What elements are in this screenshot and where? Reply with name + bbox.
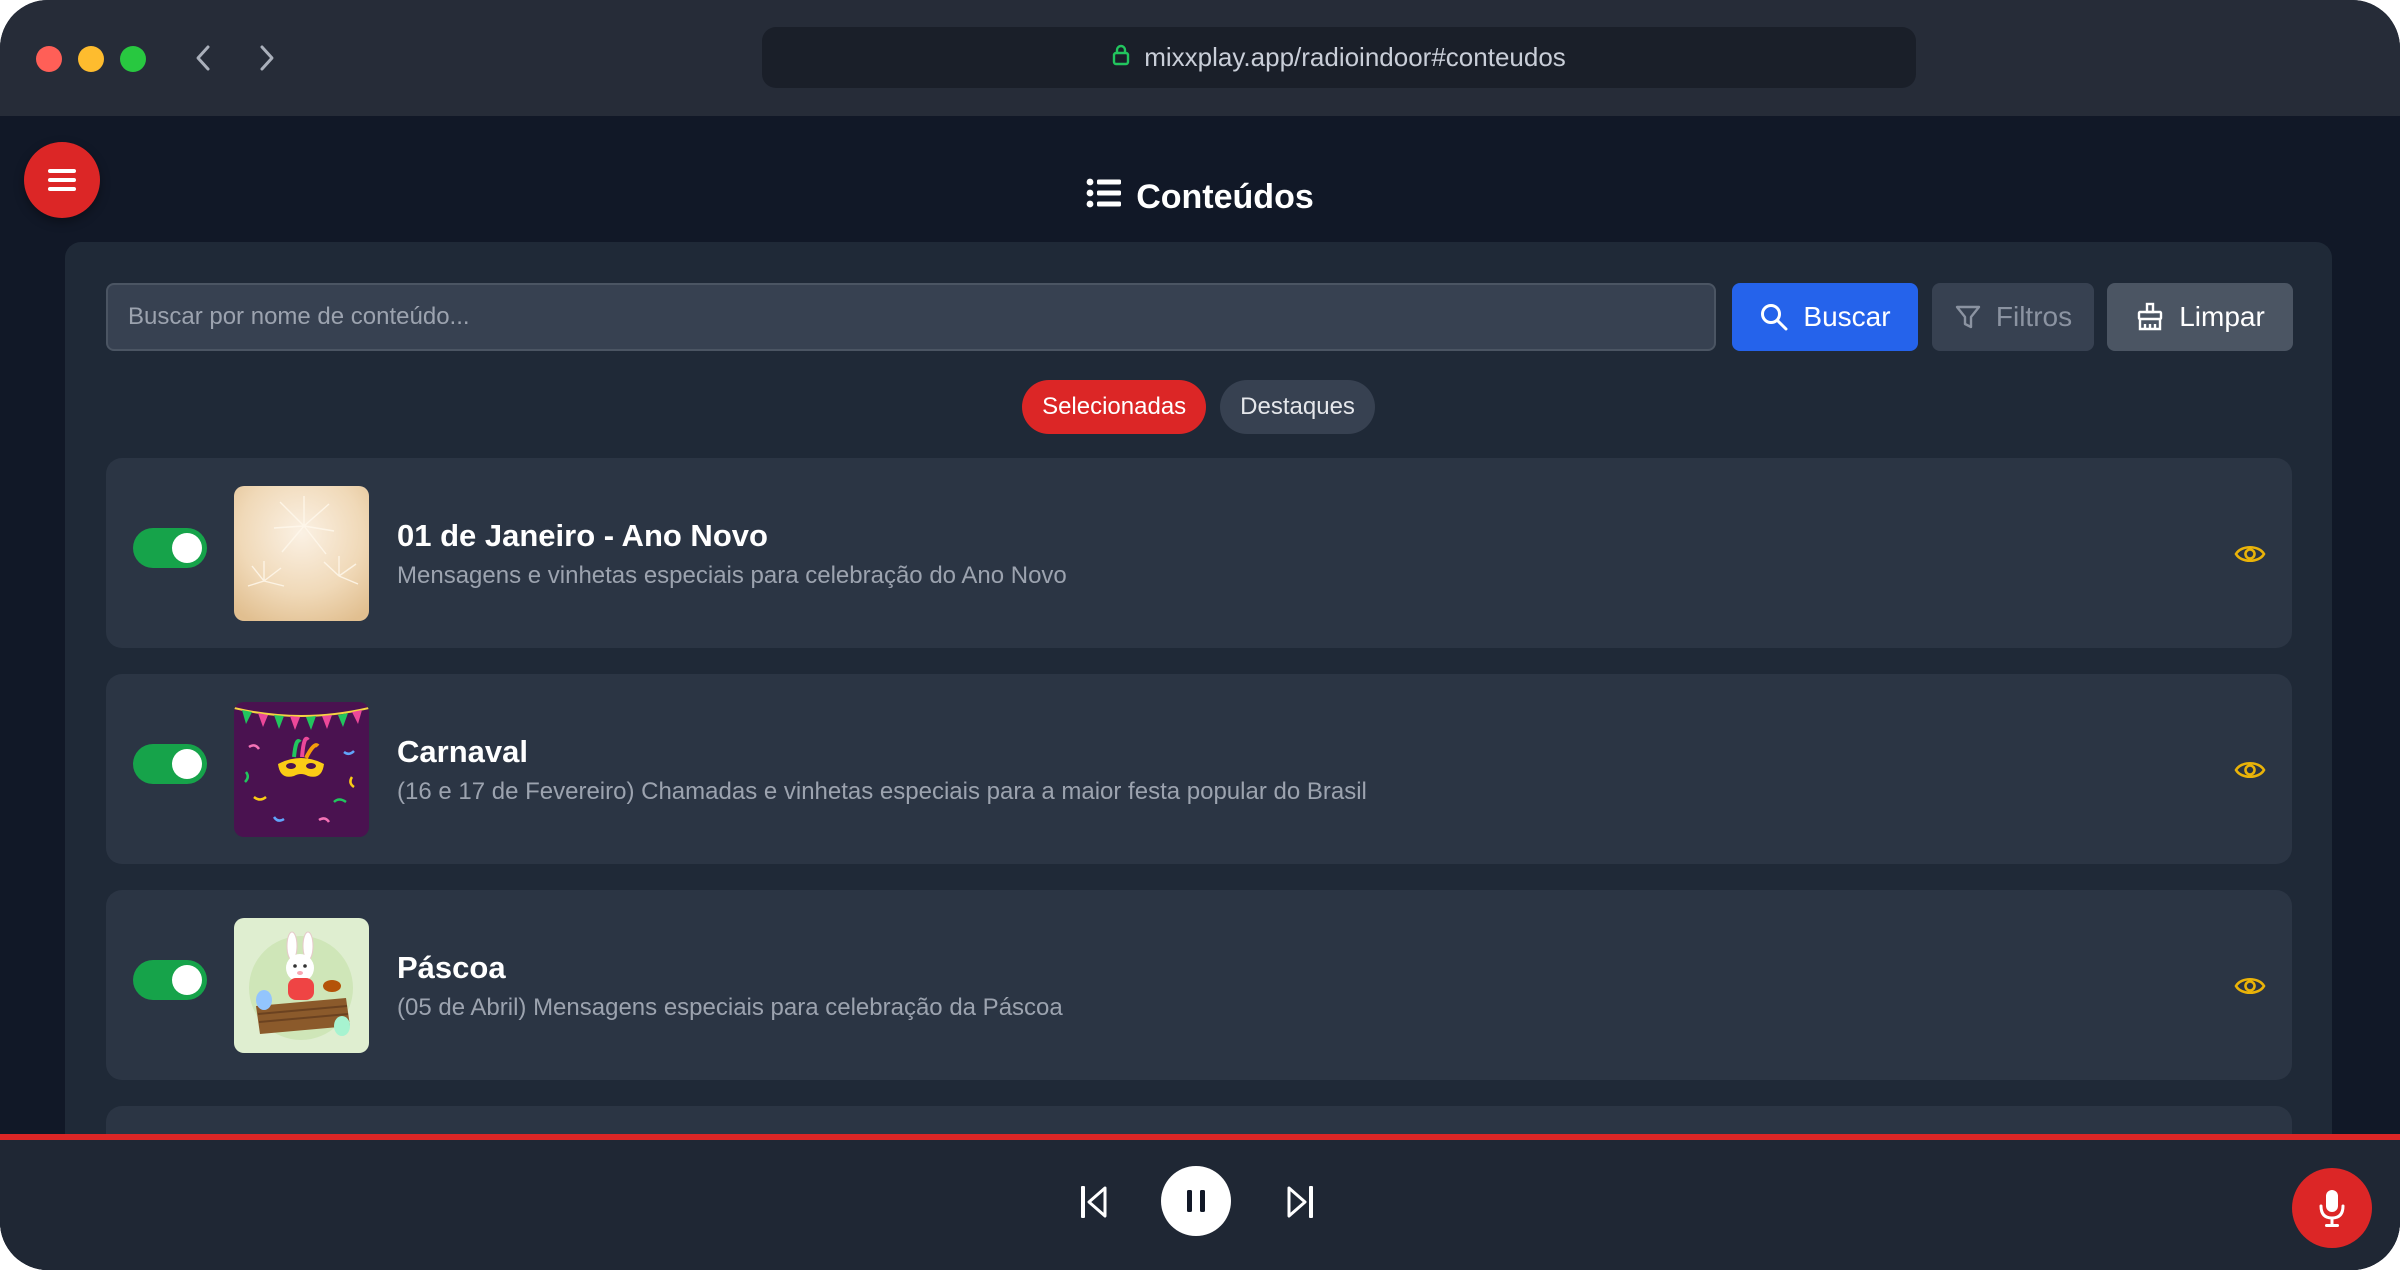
eye-icon[interactable] [2234,970,2266,1002]
skip-next-icon [1287,1186,1313,1218]
address-bar[interactable]: mixxplay.app/radioindoor#conteudos [762,27,1916,88]
minimize-window-button[interactable] [78,46,104,72]
list-item: Carnaval (16 e 17 de Fevereiro) Chamadas… [106,674,2292,864]
filters-button[interactable]: Filtros [1932,283,2094,351]
enable-toggle[interactable] [133,528,207,568]
tab-destaques[interactable]: Destaques [1220,380,1375,434]
list-item: Páscoa (05 de Abril) Mensagens especiais… [106,890,2292,1080]
browser-window: mixxplay.app/radioindoor#conteudos Conte… [0,0,2400,1270]
filter-icon [1955,305,1981,329]
back-arrow-icon[interactable] [188,38,218,78]
skip-previous-icon [1081,1186,1107,1218]
search-input[interactable] [106,283,1716,351]
item-title: Carnaval [397,734,528,769]
thumbnail-easter-bunny [234,918,369,1053]
thumbnail-carnival-mask [234,702,369,837]
item-title: Páscoa [397,950,506,985]
filters-button-label: Filtros [1995,301,2073,332]
list-icon [1086,178,1122,217]
broom-icon [2138,302,2163,331]
microphone-button[interactable] [2292,1168,2372,1248]
eye-icon[interactable] [2234,538,2266,570]
browser-toolbar: mixxplay.app/radioindoor#conteudos [0,0,2400,116]
item-description: Mensagens e vinhetas especiais para cele… [397,562,1067,589]
next-track-button[interactable] [1280,1182,1320,1222]
eye-icon[interactable] [2234,754,2266,786]
list-item: 01 de Janeiro - Ano Novo Mensagens e vin… [106,458,2292,648]
clear-button-label: Limpar [2179,301,2265,332]
pause-button[interactable] [1161,1166,1231,1236]
item-description: (16 e 17 de Fevereiro) Chamadas e vinhet… [397,778,1367,805]
audio-player-bar [0,1134,2400,1270]
close-window-button[interactable] [36,46,62,72]
maximize-window-button[interactable] [120,46,146,72]
page-title: Conteúdos [0,172,2400,222]
content-panel: Buscar Filtros Limpar Selecionadas Desta… [65,242,2332,1270]
thumbnail-fireworks [234,486,369,621]
item-title: 01 de Janeiro - Ano Novo [397,518,768,553]
microphone-icon [2319,1190,2345,1227]
content-tabs: Selecionadas Destaques [65,380,2332,434]
previous-track-button[interactable] [1074,1182,1114,1222]
forward-arrow-icon[interactable] [252,38,282,78]
enable-toggle[interactable] [133,744,207,784]
url-text: mixxplay.app/radioindoor#conteudos [1144,42,1566,72]
search-button[interactable]: Buscar [1732,283,1918,351]
lock-icon [1112,42,1130,73]
app-content: Conteúdos Buscar Filtros [0,116,2400,1270]
search-icon [1761,304,1788,331]
tab-selecionadas[interactable]: Selecionadas [1022,380,1207,434]
pause-icon [1187,1190,1205,1212]
enable-toggle[interactable] [133,960,207,1000]
clear-button[interactable]: Limpar [2107,283,2293,351]
page-title-text: Conteúdos [1136,177,1314,216]
search-button-label: Buscar [1803,301,1891,332]
item-description: (05 de Abril) Mensagens especiais para c… [397,994,1063,1021]
